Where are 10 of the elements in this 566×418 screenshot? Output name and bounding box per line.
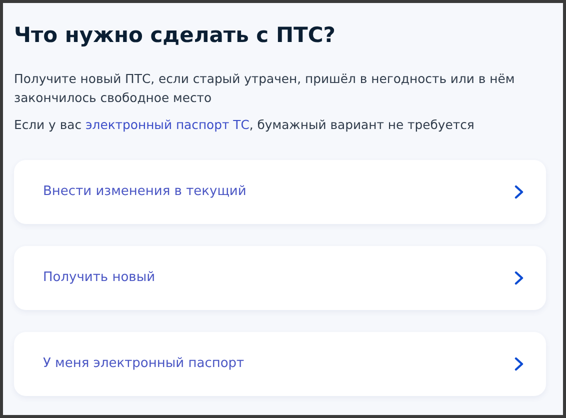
option-button[interactable]: Получить новый	[14, 246, 546, 310]
page-title: Что нужно сделать с ПТС?	[14, 23, 336, 48]
passport-link[interactable]: электронный паспорт ТС	[85, 117, 250, 132]
chevron-right-icon	[514, 185, 524, 200]
option-button[interactable]: Внести изменения в текущий	[14, 160, 546, 224]
option-button[interactable]: У меня электронный паспорт	[14, 332, 546, 396]
info-text: Если у вас электронный паспорт ТС, бумажный вариант не требуется	[14, 116, 476, 134]
chevron-right-icon	[514, 357, 524, 372]
description-text: Получите новый ПТС, если старый утрачен, пришёл в негодность или в нём закончилось свободное место	[14, 70, 516, 108]
chevron-right-icon	[514, 271, 524, 286]
